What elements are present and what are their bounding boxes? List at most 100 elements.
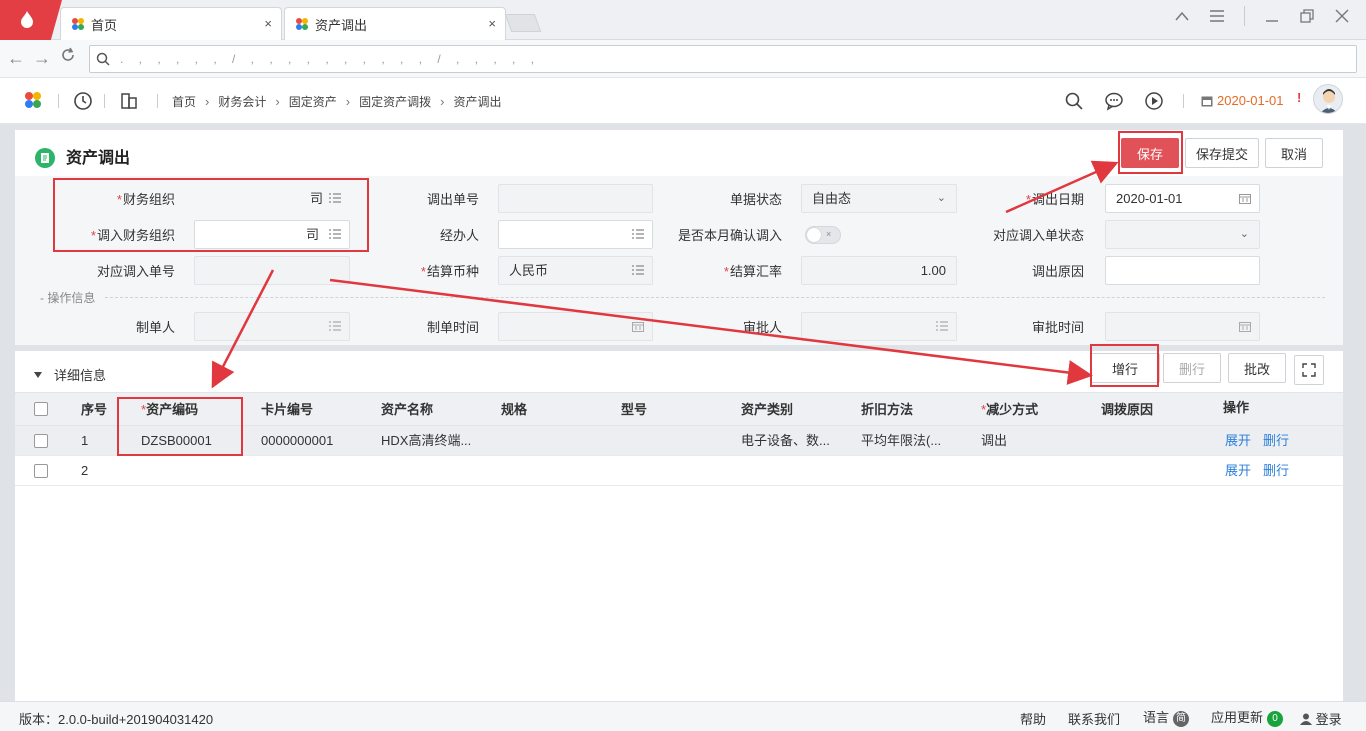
login-link[interactable]: 登录 [1300, 709, 1342, 728]
version-text: 版本：2.0.0-build+201904031420 [19, 712, 214, 727]
url-input[interactable]: . , , , , , / , , , , , , , , , , / , , … [89, 45, 1357, 73]
cancel-button[interactable]: 取消 [1265, 138, 1323, 168]
header-card: 资产调出 保存 保存提交 取消 *财务组织 司 调出单号 单据状态 自由态 ⌄ … [15, 130, 1343, 345]
save-submit-button[interactable]: 保存提交 [1185, 138, 1259, 168]
minimize-icon[interactable] [1255, 0, 1289, 32]
breadcrumb-item[interactable]: 首页 [172, 93, 196, 110]
delete-row-button[interactable]: 删行 [1163, 353, 1221, 383]
reload-icon[interactable] [58, 47, 78, 68]
col-header: 序号 [81, 402, 108, 417]
help-link[interactable]: 帮助 [1020, 709, 1046, 728]
list-icon [329, 321, 341, 331]
breadcrumb-item[interactable]: 财务会计 [218, 93, 266, 110]
login-date[interactable]: 2020-01-01 [1201, 93, 1284, 108]
org-icon[interactable] [119, 91, 139, 111]
app-favicon-icon [71, 17, 85, 31]
message-icon[interactable] [1104, 91, 1124, 111]
out-reason-label: 调出原因 [1031, 264, 1084, 279]
cell-asset-name[interactable]: HDX高清终端... [381, 426, 491, 456]
cell-no: 2 [81, 463, 89, 478]
divider [1183, 94, 1184, 108]
main-area: 资产调出 保存 保存提交 取消 *财务组织 司 调出单号 单据状态 自由态 ⌄ … [0, 124, 1366, 701]
out-date-field[interactable]: 2020-01-01 [1105, 184, 1260, 213]
tab-close-icon[interactable]: × [488, 16, 496, 31]
related-in-status-select[interactable]: ⌄ [1105, 220, 1260, 249]
status-footer: 版本：2.0.0-build+201904031420 帮助 联系我们 语言简 … [0, 701, 1366, 731]
app-logo-icon[interactable] [23, 90, 43, 110]
creator-field [194, 312, 350, 341]
out-reason-field[interactable] [1105, 256, 1260, 285]
forward-arrow-icon[interactable]: → [32, 48, 52, 69]
app-favicon-icon [295, 17, 309, 31]
out-no-field [498, 184, 653, 213]
tab-asset-out[interactable]: 资产调出 × [284, 7, 506, 40]
cell-reduce[interactable]: 调出 [981, 426, 1007, 456]
creator-label: 制单人 [135, 320, 175, 335]
chevron-right-icon: › [205, 94, 210, 109]
document-icon [35, 148, 55, 168]
back-arrow-icon[interactable]: ← [6, 48, 26, 69]
tab-label: 首页 [91, 17, 118, 33]
expand-link[interactable]: 展开 [1225, 456, 1251, 486]
approve-time-field [1105, 312, 1260, 341]
search-icon[interactable] [1064, 91, 1084, 111]
delete-row-link[interactable]: 删行 [1263, 456, 1289, 486]
finance-org-field[interactable]: 司 [194, 184, 350, 213]
col-header: 资产名称 [381, 402, 434, 417]
contact-link[interactable]: 联系我们 [1068, 709, 1120, 728]
chevron-right-icon: › [440, 94, 445, 109]
add-row-button[interactable]: 增行 [1090, 353, 1160, 383]
restore-icon[interactable] [1290, 0, 1324, 32]
tab-home[interactable]: 首页 × [60, 7, 282, 40]
list-icon [329, 229, 341, 239]
detail-card: 详细信息 增行 删行 批改 序号 *资产编码 卡片编号 资产名称 规格 型号 资… [15, 351, 1343, 701]
ops-section-label[interactable]: - 操作信息 [40, 289, 95, 306]
clock-icon[interactable] [73, 91, 93, 111]
handler-field[interactable] [498, 220, 653, 249]
related-in-no-field [194, 256, 350, 285]
list-icon [632, 265, 644, 275]
updates-link[interactable]: 应用更新 0 [1211, 707, 1284, 727]
fullscreen-button[interactable] [1294, 355, 1324, 385]
header-form: *财务组织 司 调出单号 单据状态 自由态 ⌄ *调出日期 2020-01-01… [15, 176, 1343, 345]
cell-card-no[interactable]: 0000000001 [261, 426, 333, 456]
new-tab-button[interactable] [504, 14, 542, 32]
row-checkbox[interactable] [34, 464, 48, 478]
breadcrumb-item[interactable]: 固定资产调拨 [359, 93, 431, 110]
chevron-down-icon: ⌄ [1239, 228, 1249, 240]
tab-label: 资产调出 [315, 17, 368, 33]
play-icon[interactable] [1144, 91, 1164, 111]
divider [58, 94, 59, 108]
tab-close-icon[interactable]: × [264, 16, 272, 31]
save-button[interactable]: 保存 [1121, 138, 1179, 168]
table-row[interactable]: 2 展开 删行 [15, 456, 1343, 486]
list-icon [329, 193, 341, 203]
expand-link[interactable]: 展开 [1225, 426, 1251, 456]
user-center-icon[interactable] [1165, 0, 1199, 32]
language-switch[interactable]: 语言简 [1143, 707, 1190, 727]
currency-field[interactable]: 人民币 [498, 256, 653, 285]
table-row[interactable]: 1 DZSB00001 0000000001 HDX高清终端... 电子设备、数… [15, 426, 1343, 456]
delete-row-link[interactable]: 删行 [1263, 426, 1289, 456]
in-finance-org-field[interactable]: 司 [194, 220, 350, 249]
doc-status-select[interactable]: 自由态 ⌄ [801, 184, 957, 213]
expand-icon [1302, 363, 1316, 377]
handler-label: 经办人 [439, 228, 479, 243]
browser-logo[interactable] [0, 0, 62, 40]
detail-toggle[interactable]: 详细信息 [34, 365, 106, 384]
row-checkbox[interactable] [34, 434, 48, 448]
col-header: 规格 [501, 402, 528, 417]
confirm-month-toggle[interactable]: × [805, 226, 841, 244]
menu-lines-icon[interactable] [1200, 0, 1234, 32]
list-icon [936, 321, 948, 331]
breadcrumb-item[interactable]: 固定资产 [289, 93, 337, 110]
close-window-icon[interactable] [1325, 0, 1359, 32]
batch-edit-button[interactable]: 批改 [1228, 353, 1286, 383]
cell-asset-code[interactable]: DZSB00001 [141, 426, 212, 456]
out-date-label: *调出日期 [1025, 192, 1084, 207]
create-time-label: 制单时间 [426, 320, 479, 335]
avatar[interactable] [1313, 84, 1343, 114]
cell-category[interactable]: 电子设备、数... [741, 426, 851, 456]
cell-method[interactable]: 平均年限法(... [861, 426, 971, 456]
select-all-checkbox[interactable] [34, 402, 48, 416]
